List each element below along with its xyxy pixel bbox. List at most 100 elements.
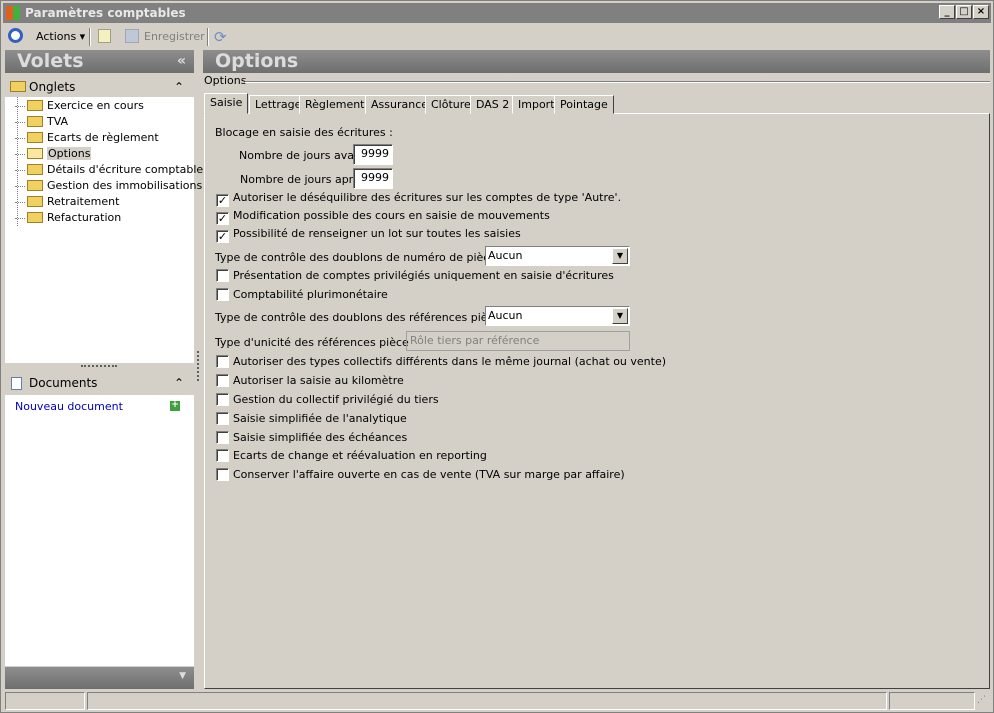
tree-item[interactable]: TVA [15,114,69,130]
tab-pointage[interactable]: Pointage [554,95,614,114]
onglets-header[interactable]: Onglets ⌃ [5,77,194,97]
new-icon[interactable] [98,29,111,43]
checkbox[interactable] [216,412,229,425]
checkbox-option[interactable]: ✓ Modification possible des cours en sais… [216,209,550,225]
folder-icon [27,164,43,175]
chevron-up-icon[interactable]: ⌃ [174,77,184,97]
unicite-select: Rôle tiers par référence [406,331,630,351]
checkbox[interactable] [216,468,229,481]
blocage-label: Blocage en saisie des écritures : [215,126,393,139]
tree-item[interactable]: Gestion des immobilisations [15,178,203,194]
tab-saisie[interactable]: Saisie [204,93,249,114]
save-icon [125,29,139,43]
checkbox-option[interactable]: Saisie simplifiée des échéances [216,431,407,447]
checkbox[interactable] [216,288,229,301]
status-cell [5,692,85,710]
tree-item[interactable]: Exercice en cours [15,98,144,114]
jours-avant-input[interactable]: 9999 [353,144,393,165]
jours-avant-label: Nombre de jours avant [239,149,366,162]
actions-menu[interactable]: Actions ▾ [36,30,85,43]
chevron-up-icon[interactable]: ⌃ [174,373,184,393]
checkbox[interactable]: ✓ [216,212,229,225]
checkbox-option[interactable]: Ecarts de change et réévaluation en repo… [216,449,487,465]
maximize-button[interactable]: □ [956,5,972,19]
checkbox[interactable] [216,431,229,444]
tree-item[interactable]: Options [15,146,92,162]
refresh-icon[interactable]: ⟳ [214,28,227,46]
checkbox-option[interactable]: Gestion du collectif privilégié du tiers [216,393,439,409]
checkbox-option[interactable]: Autoriser la saisie au kilomètre [216,374,404,390]
tree-item[interactable]: Refacturation [15,210,122,226]
tree-item-label: Ecarts de règlement [47,131,159,144]
checkbox-option[interactable]: Conserver l'affaire ouverte en cas de ve… [216,468,625,484]
chevron-down-icon: ▼ [612,308,628,324]
checkbox-option[interactable]: Comptabilité plurimonétaire [216,288,388,304]
folder-icon [27,132,43,143]
checkbox[interactable] [216,355,229,368]
tree-item[interactable]: Ecarts de règlement [15,130,159,146]
onglets-tree: Exercice en cours TVA Ecarts de règlement O… [5,97,203,363]
save-button[interactable]: Enregistrer [144,30,205,43]
checkbox-option[interactable]: Présentation de comptes privilégiés uniq… [216,269,614,285]
toolbar: Actions ▾ Enregistrer ⟳ [3,25,991,47]
checkbox-option[interactable]: ✓ Autoriser le déséquilibre des écritures… [216,191,621,207]
checkbox-label: Autoriser la saisie au kilomètre [233,374,404,387]
doublons-ref-select[interactable]: Aucun ▼ [485,306,630,326]
new-document-link[interactable]: Nouveau document [15,400,123,413]
checkbox-option[interactable]: Autoriser des types collectifs différent… [216,355,666,371]
jours-apres-label: Nombre de jours après [240,173,366,186]
folder-icon [27,148,43,159]
onglets-label: Onglets [29,80,76,94]
checkbox[interactable]: ✓ [216,194,229,207]
document-icon [11,377,22,390]
unicite-label: Type d'unicité des références pièce [215,336,409,349]
tree-line [15,138,25,139]
tree-line [15,106,25,107]
checkbox-option[interactable]: Saisie simplifiée de l'analytique [216,412,407,428]
vertical-splitter[interactable] [197,351,199,381]
tree-line [15,186,25,187]
doublons-ref-label: Type de contrôle des doublons des référe… [215,311,501,324]
status-cell [889,692,975,710]
tree-item[interactable]: Détails d'écriture comptable [15,162,203,178]
tree-line [15,202,25,203]
tree-item-label: Gestion des immobilisations [47,179,203,192]
group-line [245,81,990,83]
tab-das2[interactable]: DAS 2 [470,95,516,114]
window-title: Paramètres comptables [25,6,186,20]
actions-label: Actions [36,30,77,43]
splitter-handle[interactable] [81,365,117,367]
folder-icon [27,212,43,223]
documents-label: Documents [29,376,98,390]
group-label: Options [204,74,247,87]
chevron-down-icon[interactable]: ▼ [179,671,186,681]
documents-header[interactable]: Documents ⌃ [5,373,194,394]
status-bar: ⋰ [3,691,991,711]
resize-grip-icon[interactable]: ⋰ [977,695,986,705]
folder-icon [27,180,43,191]
tree-item-label: TVA [47,115,69,128]
tree-line [15,170,25,171]
checkbox[interactable] [216,374,229,387]
minimize-button[interactable]: _ [939,5,955,19]
app-icon [6,6,20,20]
add-icon[interactable]: + [170,401,180,411]
tree-item-label: Refacturation [47,211,122,224]
checkbox[interactable]: ✓ [216,230,229,243]
window: Paramètres comptables _ □ × Actions ▾ En… [0,0,994,713]
checkbox-label: Conserver l'affaire ouverte en cas de ve… [233,468,625,481]
title-bar: Paramètres comptables [3,3,991,23]
checkbox[interactable] [216,449,229,462]
close-button[interactable]: × [973,5,989,19]
jours-apres-input[interactable]: 9999 [353,168,393,189]
options-header: Options [203,50,990,73]
volets-title: Volets [17,50,84,72]
checkbox[interactable] [216,269,229,282]
collapse-panel-icon[interactable]: « [177,50,186,73]
doublons-piece-select[interactable]: Aucun ▼ [485,246,630,266]
nav-icon[interactable] [8,28,23,43]
checkbox-option[interactable]: ✓ Possibilité de renseigner un lot sur to… [216,227,521,243]
tree-item[interactable]: Retraitement [15,194,119,210]
tab-assurance[interactable]: Assurance [365,95,435,114]
checkbox[interactable] [216,393,229,406]
